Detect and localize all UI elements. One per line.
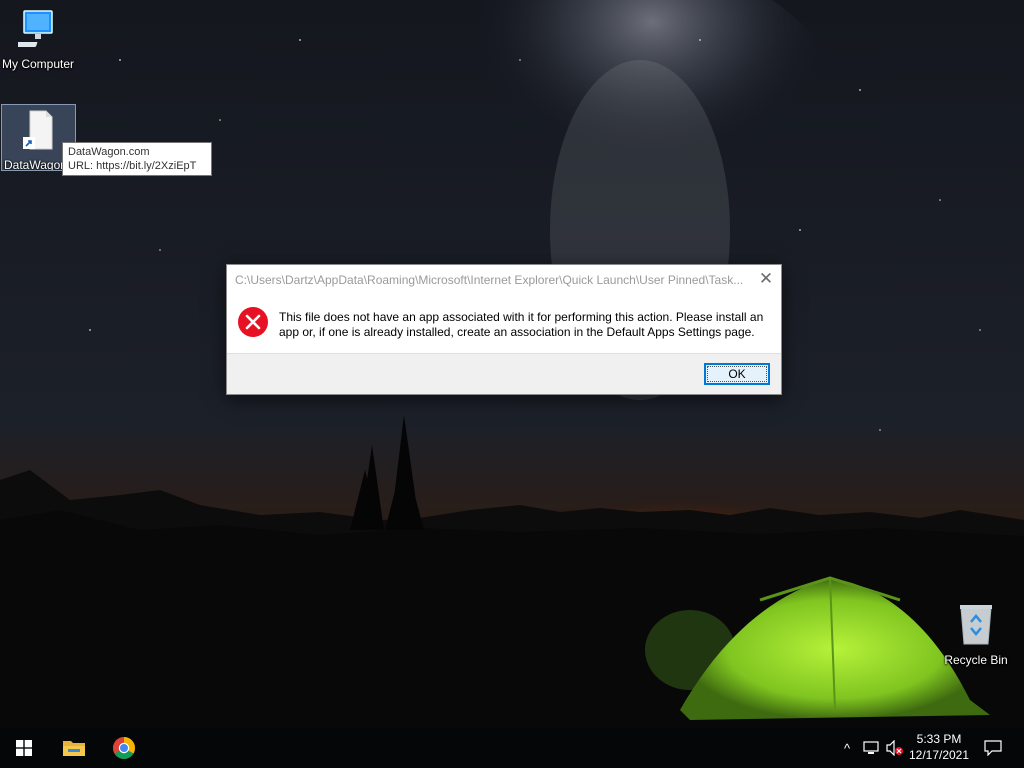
start-button[interactable] bbox=[0, 728, 48, 768]
dialog-close-button[interactable]: ✕ bbox=[755, 269, 777, 291]
tooltip-url: URL: https://bit.ly/2XziEpT bbox=[68, 160, 197, 172]
shortcut-file-icon bbox=[22, 110, 52, 150]
network-icon bbox=[863, 741, 879, 754]
taskbar-clock[interactable]: 5:33 PM 12/17/2021 bbox=[906, 731, 972, 763]
action-center-icon bbox=[984, 740, 1002, 756]
chrome-button[interactable] bbox=[100, 728, 148, 768]
tooltip-title: DataWagon.com bbox=[68, 146, 150, 158]
file-explorer-icon bbox=[63, 741, 85, 756]
dialog-button-bar: OK bbox=[227, 353, 781, 394]
clock-date: 12/17/2021 bbox=[908, 748, 970, 762]
file-explorer-button[interactable] bbox=[50, 728, 98, 768]
dialog-title: C:\Users\Dartz\AppData\Roaming\Microsoft… bbox=[235, 273, 744, 287]
show-hidden-icons-button[interactable]: ^ bbox=[838, 728, 856, 768]
windows-logo-icon bbox=[16, 740, 32, 756]
desktop-icon-my-computer[interactable]: My Computer bbox=[0, 8, 76, 71]
my-computer-label: My Computer bbox=[1, 57, 75, 71]
recycle-bin-icon bbox=[960, 605, 992, 645]
dialog-message: This file does not have an app associate… bbox=[279, 310, 764, 339]
chrome-icon bbox=[113, 737, 135, 759]
error-icon bbox=[238, 307, 268, 337]
ok-button[interactable]: OK bbox=[704, 363, 770, 385]
clock-time: 5:33 PM bbox=[916, 732, 962, 746]
action-center-button[interactable] bbox=[978, 728, 1008, 768]
volume-tray-button[interactable] bbox=[884, 728, 906, 768]
desktop-icon-recycle-bin[interactable]: Recycle Bin bbox=[938, 602, 1014, 667]
error-dialog: C:\Users\Dartz\AppData\Roaming\Microsoft… bbox=[226, 264, 782, 395]
computer-icon bbox=[12, 10, 53, 47]
network-tray-button[interactable] bbox=[860, 728, 882, 768]
volume-muted-icon bbox=[886, 740, 903, 756]
taskbar: ^ 5:33 PM 12/17/2021 bbox=[0, 728, 1024, 768]
shortcut-tooltip: DataWagon.com URL: https://bit.ly/2XziEp… bbox=[62, 142, 212, 176]
recycle-bin-label: Recycle Bin bbox=[944, 653, 1008, 667]
